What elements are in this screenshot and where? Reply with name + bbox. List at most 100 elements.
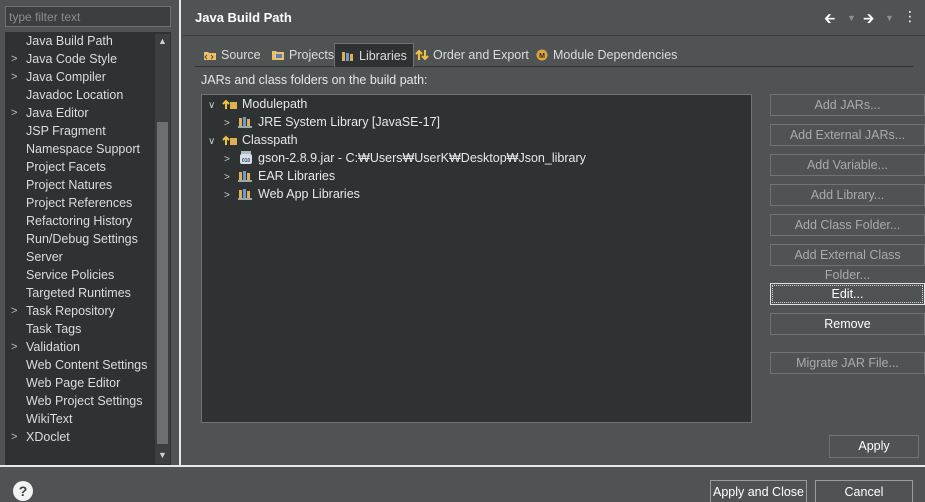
tree-item-jre-system-library[interactable]: > JRE System Library [JavaSE-17]: [224, 113, 440, 131]
add-class-folder-button[interactable]: Add Class Folder...: [770, 214, 925, 236]
migrate-jar-button[interactable]: Migrate JAR File...: [770, 352, 925, 374]
nav-item-javadoc-location[interactable]: Javadoc Location: [5, 86, 171, 104]
nav-item-label: JSP Fragment: [26, 124, 106, 138]
tab-projects[interactable]: Projects: [265, 43, 340, 67]
chevron-right-icon[interactable]: >: [11, 50, 17, 68]
nav-item-label: Java Compiler: [26, 70, 106, 84]
chevron-down-icon[interactable]: ▼: [885, 13, 894, 23]
filter-input[interactable]: [5, 6, 171, 27]
nav-item-label: Task Repository: [26, 304, 115, 318]
chevron-down-icon[interactable]: ∨: [208, 133, 222, 151]
chevron-right-icon[interactable]: >: [11, 68, 17, 86]
page-title: Java Build Path: [195, 10, 292, 25]
nav-item-label: Refactoring History: [26, 214, 133, 228]
tree-item-label: Modulepath: [242, 97, 308, 111]
help-icon[interactable]: ?: [13, 481, 33, 501]
forward-arrow-icon[interactable]: 🡲: [863, 8, 874, 32]
nav-item-web-content-settings[interactable]: Web Content Settings: [5, 356, 171, 374]
tree-item-modulepath[interactable]: ∨ Modulepath: [208, 95, 307, 113]
scroll-down-icon[interactable]: ▼: [158, 450, 167, 460]
dialog-button-bar: ? Apply and Close Cancel: [0, 465, 925, 502]
order-export-icon: [415, 49, 429, 61]
svg-text:M: M: [539, 53, 545, 60]
chevron-right-icon[interactable]: >: [224, 187, 238, 205]
remove-button[interactable]: Remove: [770, 313, 925, 335]
tab-source[interactable]: Source: [197, 43, 267, 67]
more-options-icon[interactable]: ⋮: [903, 8, 917, 25]
add-external-jars-button[interactable]: Add External JARs...: [770, 124, 925, 146]
tree-item-classpath[interactable]: ∨ Classpath: [208, 131, 298, 149]
back-arrow-icon[interactable]: 🡰: [824, 8, 835, 32]
nav-item-validation[interactable]: > Validation: [5, 338, 171, 356]
add-library-button[interactable]: Add Library...: [770, 184, 925, 206]
nav-item-java-compiler[interactable]: > Java Compiler: [5, 68, 171, 86]
nav-item-label: Namespace Support: [26, 142, 140, 156]
nav-item-server[interactable]: Server: [5, 248, 171, 266]
nav-item-java-editor[interactable]: > Java Editor: [5, 104, 171, 122]
edit-button[interactable]: Edit...: [770, 283, 925, 305]
cancel-button[interactable]: Cancel: [815, 480, 913, 502]
nav-item-project-references[interactable]: Project References: [5, 194, 171, 212]
library-icon: [238, 171, 252, 182]
chevron-right-icon[interactable]: >: [11, 302, 17, 320]
apply-button[interactable]: Apply: [829, 435, 919, 458]
tab-libraries[interactable]: Libraries: [334, 43, 414, 67]
nav-item-label: Javadoc Location: [26, 88, 124, 102]
nav-item-project-facets[interactable]: Project Facets: [5, 158, 171, 176]
tab-module-dependencies[interactable]: M Module Dependencies: [529, 43, 683, 67]
tab-label: Projects: [289, 48, 335, 62]
nav-item-run-debug-settings[interactable]: Run/Debug Settings: [5, 230, 171, 248]
add-external-class-folder-button[interactable]: Add External Class Folder...: [770, 244, 925, 282]
nav-item-refactoring-history[interactable]: Refactoring History: [5, 212, 171, 230]
nav-item-label: Targeted Runtimes: [26, 286, 131, 300]
library-icon: [238, 189, 252, 200]
tree-item-ear-libraries[interactable]: > EAR Libraries: [224, 167, 335, 185]
nav-item-label: Task Tags: [26, 322, 82, 336]
tab-label: Order and Export: [433, 48, 529, 62]
nav-item-label: WikiText: [26, 412, 73, 426]
nav-item-label: Java Build Path: [26, 34, 113, 48]
add-variable-button[interactable]: Add Variable...: [770, 154, 925, 176]
nav-item-java-code-style[interactable]: > Java Code Style: [5, 50, 171, 68]
scroll-up-icon[interactable]: ▲: [158, 36, 167, 46]
sidebar-scrollbar[interactable]: ▲ ▼: [155, 34, 170, 464]
nav-item-jsp-fragment[interactable]: JSP Fragment: [5, 122, 171, 140]
tree-item-gson-jar[interactable]: >010 gson-2.8.9.jar - C:₩Users₩UserK₩Desk…: [224, 149, 586, 167]
nav-item-wikitext[interactable]: WikiText: [5, 410, 171, 428]
add-jars-button[interactable]: Add JARs...: [770, 94, 925, 116]
nav-item-task-repository[interactable]: > Task Repository: [5, 302, 171, 320]
tree-item-web-app-libraries[interactable]: > Web App Libraries: [224, 185, 360, 203]
preferences-sidebar: Java Build Path > Java Code Style > Java C…: [0, 0, 181, 465]
chevron-down-icon[interactable]: ∨: [208, 97, 222, 115]
module-icon: M: [536, 49, 548, 61]
libraries-panel: JARs and class folders on the build path…: [195, 67, 925, 455]
tree-item-label: Web App Libraries: [258, 187, 360, 201]
nav-item-label: Project Facets: [26, 160, 106, 174]
projects-folder-icon: [272, 51, 284, 60]
scrollbar-thumb[interactable]: [157, 122, 168, 444]
tab-order-and-export[interactable]: Order and Export: [409, 43, 535, 67]
source-folder-icon: [204, 52, 216, 60]
svg-text:010: 010: [242, 158, 251, 164]
tree-item-label: EAR Libraries: [258, 169, 336, 183]
nav-item-web-project-settings[interactable]: Web Project Settings: [5, 392, 171, 410]
chevron-down-icon[interactable]: ▼: [847, 13, 856, 23]
nav-item-label: Validation: [26, 340, 80, 354]
nav-item-web-page-editor[interactable]: Web Page Editor: [5, 374, 171, 392]
nav-item-task-tags[interactable]: Task Tags: [5, 320, 171, 338]
build-path-tree[interactable]: ∨ Modulepath > JRE System Library [JavaSE-…: [201, 94, 752, 423]
tab-label: Module Dependencies: [553, 48, 678, 62]
apply-and-close-button[interactable]: Apply and Close: [710, 480, 807, 502]
nav-item-namespace-support[interactable]: Namespace Support: [5, 140, 171, 158]
tree-item-label: gson-2.8.9.jar - C:₩Users₩UserK₩Desktop₩…: [258, 151, 586, 165]
tab-bar: Source Projects Libraries Order and Expo…: [195, 43, 913, 67]
chevron-right-icon[interactable]: >: [11, 428, 17, 446]
nav-item-project-natures[interactable]: Project Natures: [5, 176, 171, 194]
nav-item-service-policies[interactable]: Service Policies: [5, 266, 171, 284]
chevron-right-icon[interactable]: >: [11, 104, 17, 122]
nav-item-java-build-path[interactable]: Java Build Path: [5, 32, 171, 50]
nav-item-xdoclet[interactable]: > XDoclet: [5, 428, 171, 446]
nav-item-targeted-runtimes[interactable]: Targeted Runtimes: [5, 284, 171, 302]
nav-item-label: Web Project Settings: [26, 394, 143, 408]
chevron-right-icon[interactable]: >: [11, 338, 17, 356]
